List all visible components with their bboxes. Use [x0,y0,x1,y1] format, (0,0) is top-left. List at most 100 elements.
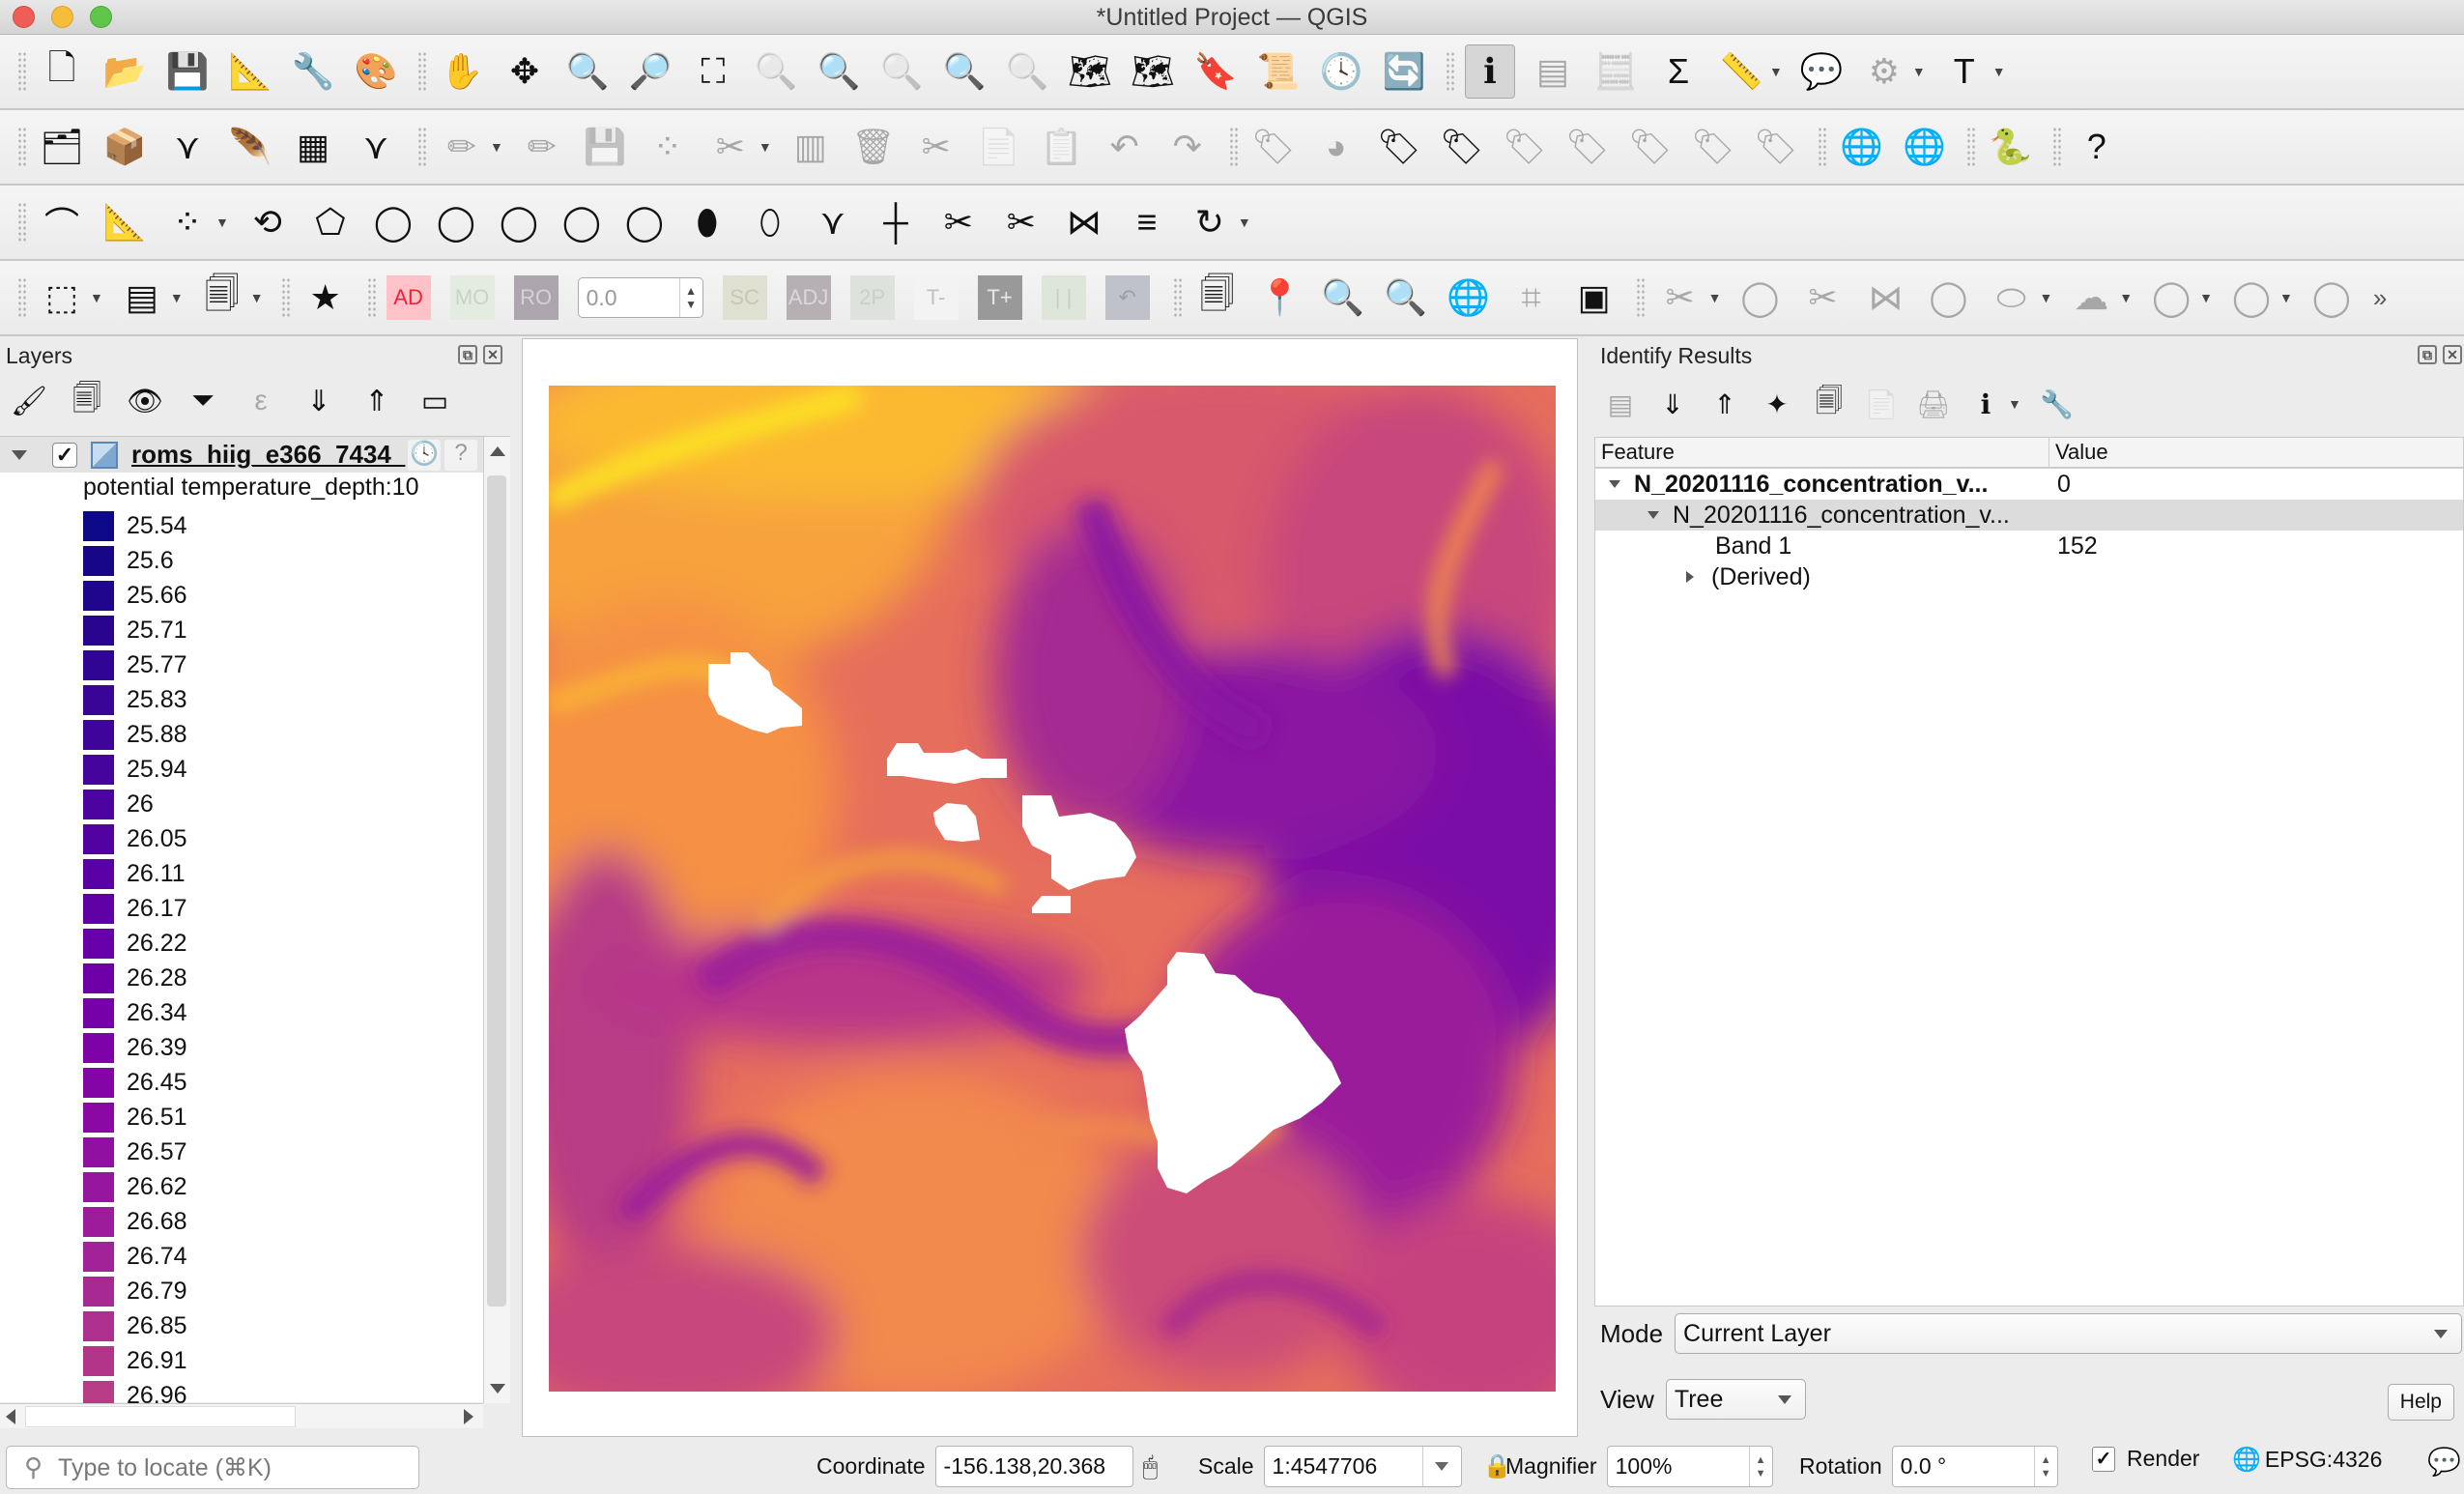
shape-paste-icon[interactable]: ◯ [2306,271,2357,325]
legend-item[interactable]: 26.34 [83,995,187,1030]
actions-icon[interactable]: ⚙ [1859,44,1909,99]
dropdown-arrow-icon[interactable]: ▼ [490,139,503,155]
manage-map-themes-icon[interactable]: 👁 [127,384,163,418]
layout-manager-icon[interactable]: 🔧 [288,44,338,99]
messages-icon[interactable]: 💬 [2427,1446,2461,1478]
cut-features-icon[interactable]: ✂ [911,120,961,174]
close-panel-icon[interactable]: ✕ [2443,345,2462,364]
toolbar-handle[interactable] [417,127,427,167]
toolbar-handle[interactable] [1228,127,1239,167]
dropdown-arrow-icon[interactable]: ▼ [1708,290,1722,305]
collapse-icon[interactable] [1647,511,1659,519]
dropdown-arrow-icon[interactable]: ▼ [1912,64,1926,79]
reshape-features-icon[interactable]: ⬮ [682,195,732,249]
dropdown-arrow-icon[interactable]: ▼ [1992,64,2006,79]
show-statistical-summary-icon[interactable]: Σ [1653,44,1704,99]
zoom-last-icon[interactable]: 🔍 [939,44,989,99]
remove-layer-icon[interactable]: ▭ [417,384,452,418]
legend-item[interactable]: 26.11 [83,856,187,891]
new-geopackage-layer-icon[interactable]: 📦 [100,120,150,174]
style-manager-icon[interactable]: 🎨 [351,44,401,99]
float-panel-icon[interactable]: ⧉ [458,345,477,364]
add-feature-tool-icon[interactable]: ◯ [1734,271,1785,325]
split-features-icon[interactable]: ✂ [933,195,984,249]
zoom-to-selection-icon[interactable]: 🔍 [751,44,801,99]
measure-line-icon[interactable]: 📏 [1716,44,1766,99]
new-temporary-layer-icon[interactable]: ▦ [288,120,338,174]
cut-shape-icon[interactable]: ✂ [1797,271,1848,325]
save-layer-edits-icon[interactable]: 💾 [580,120,630,174]
globe-grid-icon[interactable]: 🌐 [1444,271,1494,325]
legend-item[interactable]: 25.54 [83,508,187,543]
new-3d-map-view-icon[interactable]: 🗺 [1128,44,1178,99]
shape-copy-icon[interactable]: ◯ [2226,271,2277,325]
fill-ring-icon[interactable]: ◯ [494,195,544,249]
cloud-tool-icon[interactable]: ☁ [2066,271,2116,325]
float-panel-icon[interactable]: ⧉ [2418,345,2437,364]
toolbar-handle[interactable] [2051,127,2062,167]
move-label-icon[interactable]: 🏷 [1625,120,1676,174]
toolbar-handle[interactable] [17,277,27,318]
add-point-feature-icon[interactable]: ⁘ [643,120,693,174]
layer-name[interactable]: roms_hiig_e366_7434_ [131,440,412,470]
t-minus-button[interactable]: T- [913,275,959,320]
print-response-icon[interactable]: 🖨 [1916,388,1951,420]
toolbar-handle[interactable] [417,51,427,92]
identify-result-row[interactable]: (Derived) [1595,561,2463,592]
pan-to-selection-icon[interactable]: ✥ [500,44,550,99]
refresh-icon[interactable]: 🔄 [1379,44,1429,99]
collapse-layer-icon[interactable] [12,449,27,460]
layer-tree-vertical-scrollbar[interactable] [483,437,510,1403]
legend-item[interactable]: 26.17 [83,891,187,926]
legend-item[interactable]: 26.74 [83,1239,187,1274]
column-header-value[interactable]: Value [2049,438,2114,467]
copy-features-icon[interactable]: 📄 [974,120,1024,174]
add-circular-string-icon[interactable]: ⌒ [37,195,87,249]
collapse-all-icon[interactable]: ⇑ [1708,388,1741,420]
shape-add-icon[interactable]: ◯ [2146,271,2196,325]
vertex-tool-icon[interactable]: ✂ [705,120,756,174]
rotation-spinbox[interactable]: 0.0 ° ▲ ▼ [1891,1446,2058,1487]
style-layer-icon[interactable]: 🖌 [11,384,47,418]
toolbar-overflow-icon[interactable]: » [2373,283,2387,313]
toolbar-handle[interactable] [1817,127,1827,167]
legend-item[interactable]: 25.94 [83,752,187,787]
paste-features-icon[interactable]: 📋 [1037,120,1087,174]
new-shapefile-layer-icon[interactable]: ⋎ [162,120,213,174]
toolbar-handle[interactable] [1965,127,1976,167]
expand-all-icon[interactable]: ⇓ [301,384,336,418]
collapse-icon[interactable] [1609,480,1620,488]
coordinate-field[interactable]: -156.138,20.368 [934,1446,1133,1487]
expand-new-results-icon[interactable]: ✦ [1761,388,1793,420]
scroll-right-icon[interactable] [464,1409,473,1424]
dropdown-arrow-icon[interactable]: ▼ [215,215,229,230]
pause-button[interactable]: | | [1041,275,1086,320]
help-button[interactable]: Help [2387,1384,2454,1421]
temporal-controller-icon[interactable]: 🕓 [1316,44,1366,99]
dropdown-arrow-icon[interactable]: ▼ [2008,396,2021,412]
rotate-point-symbols-icon[interactable]: ↻ [1185,195,1235,249]
legend-item[interactable]: 26.91 [83,1343,187,1378]
dropdown-arrow-icon[interactable]: ▼ [1238,215,1251,230]
map-tips-icon[interactable]: 💬 [1796,44,1847,99]
scroll-up-icon[interactable] [490,446,505,456]
sc-button[interactable]: SC [722,275,767,320]
rotate-label-icon[interactable]: 🏷 [1688,120,1738,174]
metasearch-icon[interactable]: 🌐 [1900,120,1950,174]
duplicate-layer-icon[interactable]: 🗐 [1192,271,1243,325]
help-contents-icon[interactable]: ? [2072,120,2122,174]
undo-link-button[interactable]: ↶ [1104,275,1150,320]
legend-item[interactable]: 26.57 [83,1135,187,1169]
legend-item[interactable]: 25.66 [83,578,187,613]
select-by-value-icon[interactable]: ▤ [117,271,167,325]
sew-shape-icon[interactable]: ⋈ [1860,271,1910,325]
move-feature-icon[interactable]: ⁘ [162,195,213,249]
deselect-all-icon[interactable]: 🗐 [197,271,247,325]
merge-attributes-icon[interactable]: ≡ [1122,195,1172,249]
dropdown-arrow-icon[interactable]: ▼ [2279,290,2293,305]
add-wms-layer-icon[interactable]: 🌐 [1837,120,1887,174]
zoom-in-icon[interactable]: 🔍 [562,44,613,99]
zoom-native-resolution-icon[interactable]: 🔍 [876,44,927,99]
reverse-line-icon[interactable]: ⋎ [808,195,858,249]
redo-icon[interactable]: ↷ [1162,120,1213,174]
